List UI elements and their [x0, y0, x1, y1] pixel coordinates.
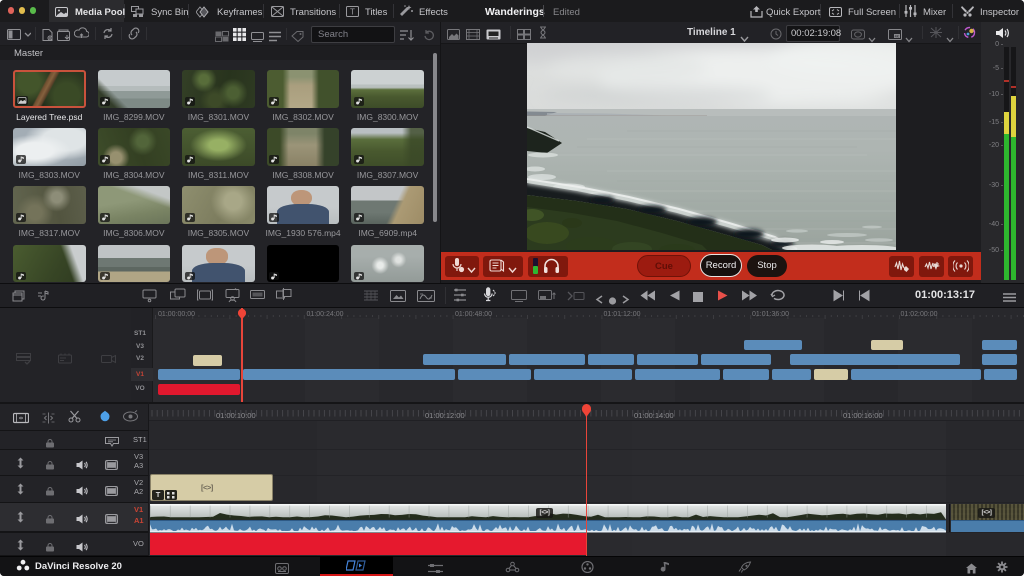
svg-text:T: T [350, 8, 355, 17]
svg-text:4K: 4K [895, 35, 900, 39]
